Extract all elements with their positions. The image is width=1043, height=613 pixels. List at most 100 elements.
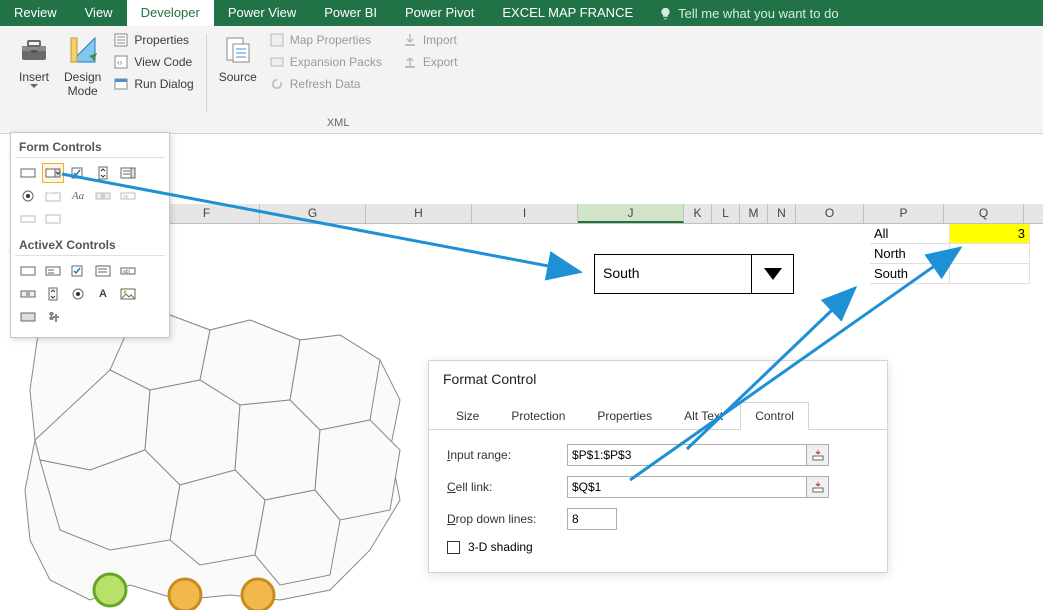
tab-powerpivot[interactable]: Power Pivot bbox=[391, 0, 488, 26]
col-header-J[interactable]: J bbox=[578, 204, 684, 223]
activex-listbox[interactable] bbox=[92, 261, 114, 281]
xml-group-label: XML bbox=[215, 115, 462, 133]
col-header-M[interactable]: M bbox=[740, 204, 768, 223]
svg-text:ab: ab bbox=[123, 194, 129, 200]
export-button[interactable]: Export bbox=[398, 52, 462, 72]
dialog-tab-properties[interactable]: Properties bbox=[582, 402, 667, 430]
tab-powerview[interactable]: Power View bbox=[214, 0, 310, 26]
tab-review[interactable]: Review bbox=[0, 0, 71, 26]
run-dialog-label: Run Dialog bbox=[134, 77, 193, 91]
expansion-packs-button[interactable]: Expansion Packs bbox=[265, 52, 386, 72]
cell-P3[interactable]: South bbox=[870, 264, 950, 284]
tab-powerbi[interactable]: Power BI bbox=[310, 0, 391, 26]
refresh-icon bbox=[269, 76, 285, 92]
col-header-H[interactable]: H bbox=[366, 204, 472, 223]
chevron-down-icon bbox=[30, 84, 38, 89]
dialog-tab-size[interactable]: Size bbox=[441, 402, 494, 430]
form-control-spinner[interactable] bbox=[92, 163, 114, 183]
col-header-G[interactable]: G bbox=[260, 204, 366, 223]
map-properties-label: Map Properties bbox=[290, 33, 371, 47]
3d-shading-checkbox[interactable] bbox=[447, 541, 460, 554]
cell-link-collapse-button[interactable] bbox=[807, 476, 829, 498]
insert-controls-popup: Form Controls xyz Aa ab ActiveX Controls… bbox=[10, 132, 170, 338]
col-header-L[interactable]: L bbox=[712, 204, 740, 223]
form-control-option[interactable] bbox=[17, 186, 39, 206]
col-header-Q[interactable]: Q bbox=[944, 204, 1024, 223]
form-control-list-dim[interactable] bbox=[42, 209, 64, 229]
design-mode-label: Design Mode bbox=[64, 70, 101, 98]
drop-lines-field[interactable] bbox=[567, 508, 617, 530]
tell-me[interactable]: Tell me what you want to do bbox=[647, 0, 850, 26]
ruler-triangle-icon bbox=[67, 34, 99, 66]
source-button[interactable]: Source bbox=[215, 30, 261, 115]
expansion-icon bbox=[269, 54, 285, 70]
activex-checkbox[interactable] bbox=[67, 261, 89, 281]
properties-label: Properties bbox=[134, 33, 189, 47]
activex-option[interactable] bbox=[67, 284, 89, 304]
activex-spin[interactable] bbox=[42, 284, 64, 304]
svg-text:‹›: ‹› bbox=[117, 58, 123, 67]
drop-lines-label: Drop down lines: bbox=[447, 512, 567, 526]
activex-toggle[interactable] bbox=[17, 307, 39, 327]
properties-button[interactable]: Properties bbox=[109, 30, 197, 50]
insert-label: Insert bbox=[19, 70, 49, 84]
tab-excelmapfrance[interactable]: EXCEL MAP FRANCE bbox=[488, 0, 647, 26]
form-control-scrollbar[interactable] bbox=[92, 186, 114, 206]
properties-sheet-icon bbox=[113, 32, 129, 48]
svg-text:ab|: ab| bbox=[123, 269, 130, 275]
cell-Q3[interactable] bbox=[950, 264, 1030, 284]
cell-Q1[interactable]: 3 bbox=[950, 224, 1030, 244]
col-header-P[interactable]: P bbox=[864, 204, 944, 223]
form-control-label[interactable]: Aa bbox=[67, 186, 89, 206]
cell-P2[interactable]: North bbox=[870, 244, 950, 264]
export-label: Export bbox=[423, 55, 458, 69]
activex-scrollbar[interactable] bbox=[17, 284, 39, 304]
form-control-combo-box[interactable] bbox=[42, 163, 64, 183]
col-header-O[interactable]: O bbox=[796, 204, 864, 223]
activex-textbox[interactable]: ab| bbox=[117, 261, 139, 281]
toolbox-icon bbox=[18, 34, 50, 66]
combo-dropdown-button[interactable] bbox=[751, 255, 793, 293]
import-button[interactable]: Import bbox=[398, 30, 462, 50]
expansion-packs-label: Expansion Packs bbox=[290, 55, 382, 69]
form-control-listbox[interactable] bbox=[117, 163, 139, 183]
run-dialog-button[interactable]: Run Dialog bbox=[109, 74, 197, 94]
col-header-N[interactable]: N bbox=[768, 204, 796, 223]
design-mode-button[interactable]: Design Mode bbox=[60, 30, 105, 115]
col-header-K[interactable]: K bbox=[684, 204, 712, 223]
activex-image[interactable] bbox=[117, 284, 139, 304]
lightbulb-icon bbox=[659, 7, 672, 20]
form-control-button[interactable] bbox=[17, 163, 39, 183]
refresh-data-label: Refresh Data bbox=[290, 77, 361, 91]
tab-developer[interactable]: Developer bbox=[127, 0, 214, 26]
range-selector-icon bbox=[812, 481, 824, 493]
tell-me-label: Tell me what you want to do bbox=[678, 6, 838, 21]
form-control-groupbox[interactable]: xyz bbox=[42, 186, 64, 206]
ribbon-body: Insert Design Mode Properties ‹› View Co… bbox=[0, 26, 1043, 134]
export-icon bbox=[402, 54, 418, 70]
insert-button[interactable]: Insert bbox=[12, 30, 56, 115]
input-range-collapse-button[interactable] bbox=[807, 444, 829, 466]
form-control-checkbox[interactable] bbox=[67, 163, 89, 183]
cell-Q2[interactable] bbox=[950, 244, 1030, 264]
dialog-tab-protection[interactable]: Protection bbox=[496, 402, 580, 430]
refresh-data-button[interactable]: Refresh Data bbox=[265, 74, 386, 94]
cell-P1[interactable]: All bbox=[870, 224, 950, 244]
combo-value: South bbox=[595, 255, 751, 293]
input-range-field[interactable] bbox=[567, 444, 807, 466]
view-code-button[interactable]: ‹› View Code bbox=[109, 52, 197, 72]
activex-more[interactable] bbox=[42, 307, 64, 327]
cell-link-field[interactable] bbox=[567, 476, 807, 498]
xml-source-icon bbox=[222, 34, 254, 66]
tab-view[interactable]: View bbox=[71, 0, 127, 26]
form-control-combo-dim[interactable] bbox=[17, 209, 39, 229]
dialog-tab-alttext[interactable]: Alt Text bbox=[669, 402, 738, 430]
worksheet-combo-box[interactable]: South bbox=[594, 254, 794, 294]
map-properties-button[interactable]: Map Properties bbox=[265, 30, 386, 50]
activex-button[interactable] bbox=[17, 261, 39, 281]
dialog-tab-control[interactable]: Control bbox=[740, 402, 809, 430]
col-header-I[interactable]: I bbox=[472, 204, 578, 223]
activex-label[interactable]: A bbox=[92, 284, 114, 304]
form-control-textfield[interactable]: ab bbox=[117, 186, 139, 206]
activex-combobox[interactable] bbox=[42, 261, 64, 281]
